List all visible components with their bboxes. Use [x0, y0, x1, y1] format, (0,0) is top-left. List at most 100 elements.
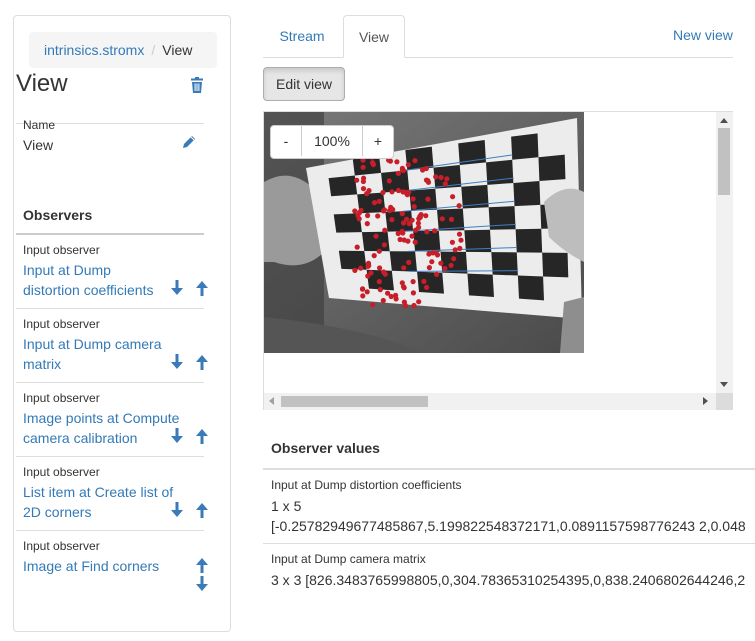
arrow-down-icon[interactable]: [171, 280, 183, 296]
image-point: [439, 216, 445, 222]
image-point: [429, 259, 435, 265]
image-point: [364, 289, 370, 295]
image-point: [424, 229, 430, 235]
image-point: [401, 265, 407, 271]
arrow-down-icon[interactable]: [196, 576, 208, 592]
image-point: [425, 196, 431, 202]
scroll-thumb[interactable]: [281, 396, 428, 407]
image-point: [432, 228, 438, 234]
image-point: [377, 287, 383, 293]
image-point: [395, 230, 401, 237]
image-point: [358, 265, 364, 271]
image-point: [402, 303, 408, 309]
observer-type: Input observer: [23, 391, 100, 405]
image-point: [376, 279, 382, 285]
image-point: [434, 271, 440, 277]
scroll-thumb[interactable]: [718, 128, 730, 195]
image-point: [360, 186, 367, 192]
image-point: [371, 253, 377, 259]
scroll-down-icon[interactable]: [720, 382, 728, 387]
observer-value-text: 3 x 3 [826.3483765998805,0,304.783653102…: [271, 570, 745, 590]
pencil-icon[interactable]: [181, 134, 197, 150]
scroll-right-icon[interactable]: [703, 397, 708, 405]
image-point: [400, 284, 407, 290]
arrow-up-icon[interactable]: [196, 354, 208, 370]
image-point: [354, 177, 360, 183]
image-point: [355, 212, 361, 218]
checker-square: [491, 252, 518, 276]
trash-icon[interactable]: [190, 77, 204, 93]
image-point: [452, 247, 458, 253]
zoom-level: 100%: [301, 126, 363, 156]
horizontal-scrollbar[interactable]: [264, 393, 716, 410]
image-point: [456, 231, 463, 237]
observer-item: Input observer List item at Create list …: [16, 457, 208, 531]
arrow-up-icon[interactable]: [196, 280, 208, 296]
image-point: [448, 216, 455, 222]
image-point: [424, 284, 430, 290]
arrow-up-icon[interactable]: [196, 428, 208, 444]
observer-link[interactable]: List item at Create list of 2D corners: [23, 482, 188, 522]
image-point: [380, 189, 386, 196]
zoom-in-button[interactable]: +: [363, 126, 393, 156]
image-point: [423, 213, 429, 219]
observer-value-line: 3 x 3 [826.3483765998805,0,304.783653102…: [271, 572, 746, 588]
image-point: [411, 302, 417, 309]
edit-view-button[interactable]: Edit view: [263, 67, 345, 101]
image-point: [401, 237, 407, 243]
image-point: [386, 178, 392, 184]
scroll-left-icon[interactable]: [269, 397, 274, 405]
observer-link[interactable]: Image points at Compute camera calibrati…: [23, 408, 188, 448]
image-point: [380, 297, 386, 304]
image-point: [382, 227, 388, 233]
tab-view[interactable]: View: [343, 15, 405, 58]
observer-link[interactable]: Input at Dump distortion coefficients: [23, 260, 163, 300]
tab-stream[interactable]: Stream: [263, 15, 341, 57]
observer-type: Input observer: [23, 465, 100, 479]
image-point: [395, 170, 401, 176]
image-point: [359, 286, 366, 292]
image-point: [399, 211, 405, 217]
scroll-up-icon[interactable]: [720, 118, 728, 123]
observer-item: Input observer Image points at Compute c…: [16, 383, 208, 457]
scroll-corner: [716, 393, 733, 410]
breadcrumb-stream-link[interactable]: intrinsics.stromx: [44, 42, 144, 58]
observer-value-label: Input at Dump camera matrix: [271, 552, 426, 566]
observer-value-label: Input at Dump distortion coefficients: [271, 478, 462, 492]
arrow-down-icon[interactable]: [171, 502, 183, 518]
image-point: [389, 217, 395, 223]
checker-square: [513, 181, 541, 207]
arrow-down-icon[interactable]: [171, 428, 183, 444]
arrow-up-icon[interactable]: [196, 557, 208, 573]
arrow-down-icon[interactable]: [171, 354, 183, 370]
image-point: [361, 175, 367, 181]
image-point: [406, 259, 412, 265]
arrow-up-icon[interactable]: [196, 502, 208, 518]
zoom-out-button[interactable]: -: [271, 126, 301, 156]
vertical-scrollbar[interactable]: [716, 111, 733, 393]
breadcrumb: intrinsics.stromx / View: [29, 32, 217, 68]
new-view-link[interactable]: New view: [673, 27, 733, 43]
checker-square: [515, 228, 543, 253]
image-point: [364, 221, 370, 227]
observer-link[interactable]: Image at Find corners: [23, 556, 188, 576]
checker-square: [417, 271, 444, 294]
image-point: [376, 248, 382, 254]
image-point: [433, 174, 439, 180]
image-point: [410, 196, 416, 202]
image-point: [425, 179, 432, 185]
observer-link[interactable]: Input at Dump camera matrix: [23, 334, 163, 374]
image-point: [404, 192, 410, 198]
image-point: [381, 242, 387, 248]
name-value: View: [23, 137, 54, 153]
image-point: [395, 187, 402, 194]
checker-square: [381, 170, 410, 193]
image-point: [352, 208, 358, 214]
image-point: [360, 293, 366, 299]
observer-value-line: [-0.25782949677485867,5.199822548372171,…: [271, 518, 746, 534]
image-point: [458, 237, 464, 243]
image-viewport[interactable]: - 100% +: [263, 111, 718, 410]
breadcrumb-current: View: [162, 42, 193, 58]
image-point: [448, 262, 454, 268]
checker-square: [538, 154, 566, 182]
